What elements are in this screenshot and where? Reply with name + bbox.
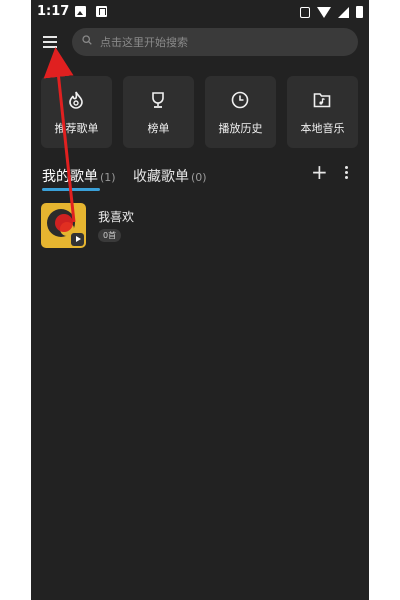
system-icons (300, 6, 363, 18)
quick-recommended-playlists[interactable]: 推荐歌单 (41, 76, 112, 148)
more-options-icon[interactable] (345, 166, 349, 180)
playlist-cover (41, 203, 86, 248)
quick-label: 播放历史 (218, 122, 263, 135)
playlist-count-badge: 0首 (98, 229, 122, 242)
quick-actions: 推荐歌单 榜单 播放历史 本地音乐 (41, 76, 369, 150)
search-placeholder: 点击这里开始搜索 (100, 36, 188, 49)
playlist-name: 我喜欢 (98, 210, 135, 224)
trophy-icon (152, 92, 164, 108)
music-folder-icon (313, 93, 331, 108)
top-bar: 点击这里开始搜索 (31, 28, 369, 58)
quick-charts[interactable]: 榜单 (123, 76, 194, 148)
play-icon (71, 233, 84, 246)
tab-label: 收藏歌单 (133, 169, 189, 185)
quick-label: 榜单 (147, 122, 170, 135)
tab-label: 我的歌单 (42, 169, 98, 185)
notification-icons (75, 6, 107, 17)
status-time: 1:17 (37, 4, 70, 19)
tab-count: (0) (191, 171, 207, 184)
add-playlist-button[interactable]: + (311, 162, 328, 182)
app-screen: 1:17 点击这里开始搜索 推荐歌单 榜单 播放历史 本地音乐 我的歌单 (1)… (31, 0, 369, 600)
gallery-notification-icon (75, 6, 86, 17)
quick-label: 本地音乐 (300, 122, 345, 135)
status-bar: 1:17 (31, 0, 369, 26)
clock-icon (231, 91, 249, 109)
signal-icon (338, 6, 349, 18)
battery-icon (356, 6, 363, 18)
search-input[interactable]: 点击这里开始搜索 (72, 28, 358, 56)
vinyl-disc-icon (47, 209, 75, 237)
tab-count: (1) (100, 171, 116, 184)
menu-icon[interactable] (43, 36, 57, 48)
quick-local-music[interactable]: 本地音乐 (287, 76, 358, 148)
tab-my-playlists[interactable]: 我的歌单 (1) (42, 166, 116, 186)
list-item[interactable]: 我喜欢 0首 (41, 203, 361, 249)
vibrate-icon (300, 6, 310, 18)
search-icon (82, 35, 92, 45)
flame-icon (69, 91, 83, 109)
active-tab-indicator (42, 188, 100, 191)
quick-label: 推荐歌单 (54, 122, 99, 135)
tab-favorite-playlists[interactable]: 收藏歌单 (0) (133, 166, 207, 186)
wifi-icon (317, 6, 331, 18)
quick-play-history[interactable]: 播放历史 (205, 76, 276, 148)
app-notification-icon (96, 6, 107, 17)
playlist-tabs: 我的歌单 (1) 收藏歌单 (0) + (31, 160, 369, 194)
